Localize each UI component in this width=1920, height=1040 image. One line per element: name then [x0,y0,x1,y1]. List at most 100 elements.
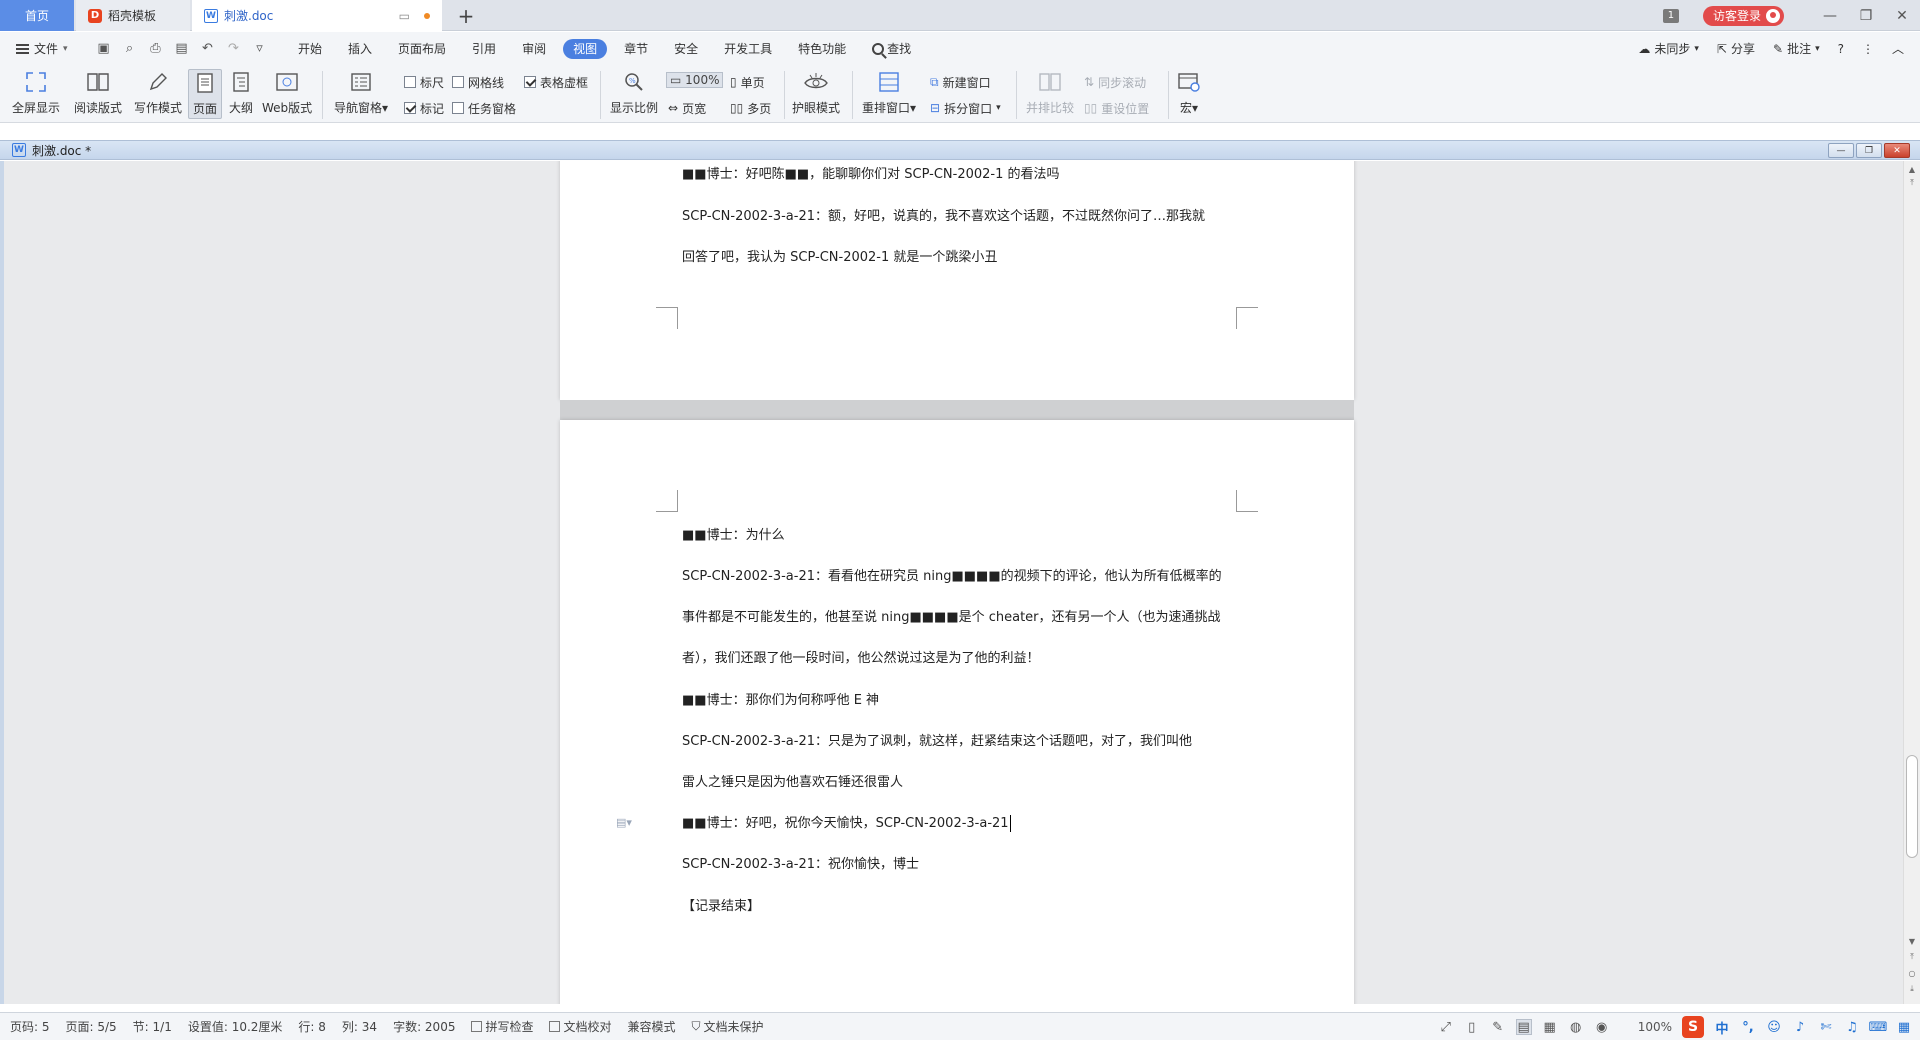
status-word-count[interactable]: 字数: 2005 [393,1018,455,1035]
gridlines-checkbox-box[interactable] [452,76,464,88]
paragraph[interactable]: ■■博士：为什么 [682,526,1242,546]
eye-icon[interactable]: ◉ [1594,1019,1610,1035]
reset-position-button[interactable]: ▯▯ 重设位置 [1084,99,1149,117]
zoom-ratio-button[interactable]: % 显示比例 [610,69,658,116]
page-view-icon[interactable]: ▤ [1515,1019,1532,1035]
write-mode-button[interactable]: 写作模式 [134,69,182,116]
single-page-button[interactable]: ▯ 单页 [730,73,765,91]
menu-tab-review[interactable]: 审阅 [509,39,559,59]
table-gridlines-checkbox[interactable]: 表格虚框 [524,73,588,91]
ime-mode[interactable]: 中 [1714,1019,1730,1037]
menu-tab-developer[interactable]: 开发工具 [711,39,785,59]
menu-tab-view[interactable]: 视图 [563,38,608,59]
doc-close-icon[interactable]: ✕ [1884,143,1910,158]
restore-icon[interactable]: ❐ [1848,0,1884,31]
eye-mode-button[interactable]: 护眼模式 [792,69,840,116]
save-icon[interactable]: ▣ [96,41,111,56]
outline-icon[interactable]: ▦ [1542,1019,1558,1035]
search-button[interactable]: 查找 [859,39,924,59]
page-width-button[interactable]: ⇔ 页宽 [668,99,706,117]
web-icon[interactable]: ◍ [1568,1019,1584,1035]
document-canvas[interactable]: ■■博士：好吧陈■■，能聊聊你们对 SCP-CN-2002-1 的看法吗 SCP… [0,161,1903,1004]
vertical-scrollbar[interactable]: ▲ ⤒ ▼ ⤒ ○ ⤓ [1903,161,1920,1004]
tab-document[interactable]: W 刺激.doc ▭ [192,0,442,31]
spell-check-button[interactable]: 拼写检查 [471,1018,533,1035]
print-icon[interactable]: ⎙ [148,41,163,56]
minimize-icon[interactable]: — [1812,0,1848,31]
paragraph[interactable]: 【记录结束】 [682,897,1242,917]
tab-template[interactable]: D 稻壳模板 [76,0,190,31]
menu-tab-insert[interactable]: 插入 [335,39,385,59]
skin-icon[interactable]: ▦ [1896,1019,1912,1035]
web-layout-button[interactable]: Web版式 [262,69,312,116]
microphone-icon[interactable]: ♪ [1792,1019,1808,1035]
marks-checkbox-box[interactable] [404,102,416,114]
protect-status[interactable]: ⛉ 文档未保护 [692,1018,764,1035]
page-view-button[interactable]: 页面 [188,69,222,119]
comment-button[interactable]: ✎ 批注 ▾ [1773,40,1820,57]
paragraph[interactable]: 雷人之锤只是因为他喜欢石锤还很雷人 [682,773,1242,793]
monitor-icon[interactable]: ▭ [399,9,410,23]
next-page-icon[interactable]: ⤓ [1906,983,1918,995]
print-preview-icon[interactable]: ▤ [174,41,189,56]
status-row[interactable]: 行: 8 [298,1018,326,1035]
tools-icon[interactable]: ✄ [1818,1019,1834,1035]
fullscreen-icon[interactable]: ⤢ [1438,1019,1454,1035]
tab-home[interactable]: 首页 [0,0,74,31]
marks-checkbox[interactable]: 标记 [404,99,444,117]
status-col[interactable]: 列: 34 [342,1018,377,1035]
menu-tab-references[interactable]: 引用 [459,39,509,59]
status-section[interactable]: 节: 1/1 [133,1018,172,1035]
scroll-up-icon[interactable]: ▲ [1906,163,1918,175]
menu-tab-features[interactable]: 特色功能 [785,39,859,59]
nav-pane-button[interactable]: 导航窗格▾ [334,69,388,116]
menu-tab-security[interactable]: 安全 [661,39,711,59]
paragraph[interactable]: SCP-CN-2002-3-a-21：祝你愉快，博士 [682,855,1242,875]
punctuation-icon[interactable]: °, [1740,1019,1756,1035]
new-window-button[interactable]: ⧉ 新建窗口 [930,73,991,91]
scroll-down-icon[interactable]: ▼ [1906,935,1918,947]
paragraph[interactable]: SCP-CN-2002-3-a-21：额，好吧，说真的，我不喜欢这个话题，不过既… [682,207,1242,227]
emoji-icon[interactable]: ☺ [1766,1019,1782,1035]
paragraph-handle-icon[interactable]: ▤▾ [616,816,632,830]
menu-tab-chapter[interactable]: 章节 [611,39,661,59]
redo-icon[interactable]: ↷ [226,41,241,56]
task-pane-checkbox-box[interactable] [452,102,464,114]
customize-toolbar-icon[interactable]: ▿ [252,41,267,56]
sync-scroll-button[interactable]: ⇅ 同步滚动 [1084,73,1146,91]
window-count-badge[interactable]: 1 [1662,8,1679,23]
sync-button[interactable]: ☁ 未同步 ▾ [1638,40,1699,57]
new-tab-button[interactable]: + [452,0,480,31]
fullscreen-button[interactable]: 全屏显示 [12,69,60,116]
format-painter-icon[interactable]: ⌕ [122,41,137,56]
keyboard-icon[interactable]: ⌨ [1869,1019,1888,1035]
doc-restore-icon[interactable]: ❐ [1856,143,1882,158]
page-4[interactable]: ■■博士：好吧陈■■，能聊聊你们对 SCP-CN-2002-1 的看法吗 SCP… [560,161,1354,400]
status-pages[interactable]: 页面: 5/5 [66,1018,117,1035]
prev-page-icon[interactable]: ⤒ [1906,951,1918,963]
read-mode-icon[interactable]: ▯ [1464,1019,1480,1035]
scroll-thumb[interactable] [1906,755,1918,858]
macro-button[interactable]: 宏▾ [1176,69,1202,116]
more-icon[interactable]: ⋮ [1862,42,1874,56]
menu-tab-page-layout[interactable]: 页面布局 [385,39,459,59]
zoom-100-button[interactable]: ▭ 100% [666,71,724,89]
status-page-number[interactable]: 页码: 5 [10,1018,50,1035]
help-icon[interactable]: ? [1838,42,1844,56]
ruler-checkbox-box[interactable] [404,76,416,88]
scroll-page-up-icon[interactable]: ⤒ [1906,177,1918,189]
paragraph[interactable]: ■■博士：好吧陈■■，能聊聊你们对 SCP-CN-2002-1 的看法吗 [682,165,1242,185]
arrange-windows-button[interactable]: 重排窗口▾ [862,69,916,116]
login-button[interactable]: 访客登录 [1702,5,1784,26]
file-menu-button[interactable]: 文件 ▾ [0,40,84,57]
paragraph[interactable]: 回答了吧，我认为 SCP-CN-2002-1 就是一个跳梁小丑 [682,248,1242,268]
sogou-ime-icon[interactable]: S [1682,1016,1704,1038]
zoom-level[interactable]: 100% [1638,1019,1672,1035]
status-setting[interactable]: 设置值: 10.2厘米 [188,1018,283,1035]
page-5[interactable]: ■■博士：为什么 SCP-CN-2002-3-a-21：看看他在研究员 ning… [560,420,1354,1004]
table-gridlines-checkbox-box[interactable] [524,76,536,88]
paragraph[interactable]: ■■博士：那你们为何称呼他 E 神 [682,691,1242,711]
paragraph[interactable]: SCP-CN-2002-3-a-21：只是为了讽刺，就这样，赶紧结束这个话题吧，… [682,732,1242,752]
doc-minimize-icon[interactable]: — [1828,143,1854,158]
pen-icon[interactable]: ✎ [1490,1019,1506,1035]
